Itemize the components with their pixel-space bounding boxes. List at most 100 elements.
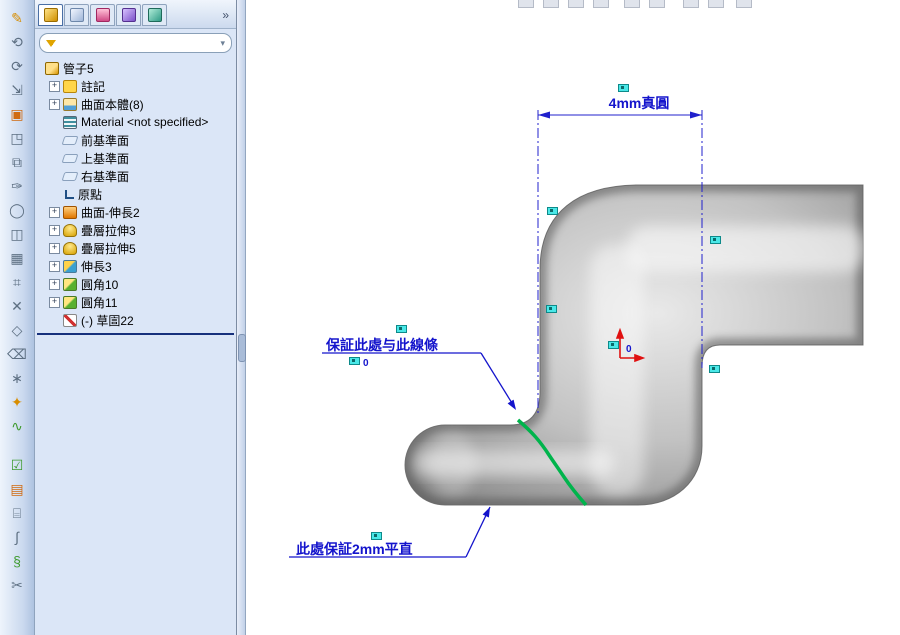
trim-tool-icon[interactable]: ✂ — [3, 574, 31, 597]
tab-propertymanager[interactable] — [64, 4, 89, 26]
constraint-marker[interactable] — [396, 325, 407, 333]
constraint-marker[interactable] — [618, 84, 629, 92]
rotate-right-icon[interactable]: ⟳ — [3, 55, 31, 78]
section-view-icon[interactable]: ◫ — [3, 223, 31, 246]
leader-arrow-1 — [507, 399, 516, 410]
tab-featuremanager[interactable] — [38, 4, 63, 26]
expand-toggle[interactable]: + — [49, 278, 60, 290]
expand-toggle[interactable]: + — [49, 206, 60, 218]
expand-toggle[interactable]: + — [49, 260, 60, 272]
filter-funnel-icon — [46, 39, 56, 47]
note-flat-text[interactable]: 此處保証2mm平直 — [296, 542, 413, 556]
tab-dimxpertmanager[interactable] — [116, 4, 141, 26]
feature-tree-icon — [43, 8, 58, 22]
plane-icon — [61, 171, 79, 181]
solid-box-icon[interactable]: ▣ — [3, 103, 31, 126]
tree-item-right-plane[interactable]: 右基準面 — [35, 167, 236, 185]
tree-item-surface-extrude2[interactable]: + 曲面-伸長2 — [35, 203, 236, 221]
expand-toggle[interactable]: + — [49, 80, 60, 92]
sketch-pencil-icon[interactable]: ✎ — [3, 7, 31, 30]
diamond-icon[interactable]: ◇ — [3, 319, 31, 342]
copy-icon[interactable]: ◳ — [3, 127, 31, 150]
zero-dimension-label[interactable]: 0 — [626, 344, 632, 355]
filter-input[interactable] — [57, 35, 221, 51]
expand-toggle[interactable]: + — [49, 242, 60, 254]
delete-icon[interactable]: ✕ — [3, 295, 31, 318]
constraint-marker[interactable] — [710, 236, 721, 244]
expand-toggle[interactable]: + — [49, 296, 60, 308]
pattern-icon-glyph: ∗ — [11, 370, 23, 386]
move-entity-icon[interactable]: ⇲ — [3, 79, 31, 102]
pen-icon[interactable]: ✑ — [3, 175, 31, 198]
tree-item-label: 曲面-伸長2 — [81, 205, 140, 220]
constraint-marker[interactable] — [608, 341, 619, 349]
circle-icon[interactable]: ◯ — [3, 199, 31, 222]
filter-chevron-down-icon[interactable]: ▾ — [220, 38, 225, 49]
hatch-icon[interactable]: ⌗ — [3, 271, 31, 294]
panel-splitter[interactable] — [237, 0, 246, 635]
spline-icon[interactable]: ∿ — [3, 415, 31, 438]
graphics-viewport[interactable]: 4mm真圓 保証此處与此線條 此處保証2mm平直 0 0 — [246, 0, 900, 635]
constraint-marker[interactable] — [709, 365, 720, 373]
eraser-icon[interactable]: ⌫ — [3, 343, 31, 366]
rotate-left-icon[interactable]: ⟲ — [3, 31, 31, 54]
tree-item-front-plane[interactable]: 前基準面 — [35, 131, 236, 149]
tree-item-material[interactable]: Material <not specified> — [35, 113, 236, 131]
pattern-icon[interactable]: ∗ — [3, 367, 31, 390]
tab-configurationmanager[interactable] — [90, 4, 115, 26]
duplicate-icon[interactable]: ⧉ — [3, 151, 31, 174]
tree-item-loft5[interactable]: + 疊層拉伸5 — [35, 239, 236, 257]
tree-item-label: 前基準面 — [81, 133, 130, 148]
tree-item-extrude3[interactable]: + 伸長3 — [35, 257, 236, 275]
tree-item-top-plane[interactable]: 上基準面 — [35, 149, 236, 167]
tree-item-label: 圓角11 — [81, 295, 118, 310]
property-manager-icon — [69, 8, 84, 22]
tree-item-origin[interactable]: 原點 — [35, 185, 236, 203]
sketch-icon — [63, 313, 77, 327]
spring-tool-icon[interactable]: § — [3, 550, 31, 573]
tree-item-fillet10[interactable]: + 圓角10 — [35, 275, 236, 293]
note-coincident-text[interactable]: 保証此處与此線條 — [326, 338, 438, 352]
tree-item-part[interactable]: 管子5 — [35, 59, 236, 77]
table-tool-icon[interactable]: ▤ — [3, 478, 31, 501]
spline-icon-glyph: ∿ — [11, 418, 23, 434]
tree-item-label: Material <not specified> — [81, 115, 209, 129]
grid-icon[interactable]: ▦ — [3, 247, 31, 270]
zero-dimension-label[interactable]: 0 — [363, 358, 369, 369]
tree-item-label: (-) 草圁22 — [81, 313, 134, 328]
tree-item-sketch22[interactable]: (-) 草圁22 — [35, 311, 236, 329]
curve-tool-icon-glyph: ∫ — [15, 529, 19, 545]
tree-filter: ▾ — [39, 33, 232, 53]
curve-tool-icon[interactable]: ∫ — [3, 526, 31, 549]
tree-item-loft3[interactable]: + 疊層拉伸3 — [35, 221, 236, 239]
loft-icon — [63, 241, 77, 255]
tree-item-surface-bodies[interactable]: + 曲面本體(8) — [35, 95, 236, 113]
dimension-text[interactable]: 4mm真圓 — [576, 96, 702, 110]
display-manager-icon — [147, 8, 162, 22]
dimension-arrow-left — [538, 111, 550, 119]
clip-tool-icon[interactable]: ⌸ — [3, 502, 31, 525]
tree-item-label: 圓角10 — [81, 277, 119, 292]
part-icon — [45, 61, 59, 75]
constraint-marker[interactable] — [547, 207, 558, 215]
clip-tool-icon-glyph: ⌸ — [12, 505, 22, 521]
tab-displaymanager[interactable] — [142, 4, 167, 26]
tree-item-label: 疊層拉伸3 — [81, 223, 136, 238]
hatch-icon-glyph: ⌗ — [13, 274, 21, 290]
constraint-marker[interactable] — [349, 357, 360, 365]
magic-wand-icon[interactable]: ✦ — [3, 391, 31, 414]
pipe-shading — [405, 185, 863, 505]
rollback-bar[interactable] — [37, 333, 234, 335]
expand-toggle[interactable]: + — [49, 224, 60, 236]
checkbox-tool-icon[interactable]: ☑ — [3, 454, 31, 477]
tree-item-annotations[interactable]: + 註記 — [35, 77, 236, 95]
tree-item-label: 註記 — [81, 79, 106, 94]
constraint-marker[interactable] — [371, 532, 382, 540]
tree-item-fillet11[interactable]: + 圓角11 — [35, 293, 236, 311]
eraser-icon-glyph: ⌫ — [7, 346, 27, 362]
splitter-handle[interactable] — [238, 334, 246, 362]
loft-icon — [63, 223, 77, 237]
expand-toggle[interactable]: + — [49, 98, 60, 110]
constraint-marker[interactable] — [546, 305, 557, 313]
tabs-overflow-chevron[interactable]: » — [218, 8, 233, 22]
